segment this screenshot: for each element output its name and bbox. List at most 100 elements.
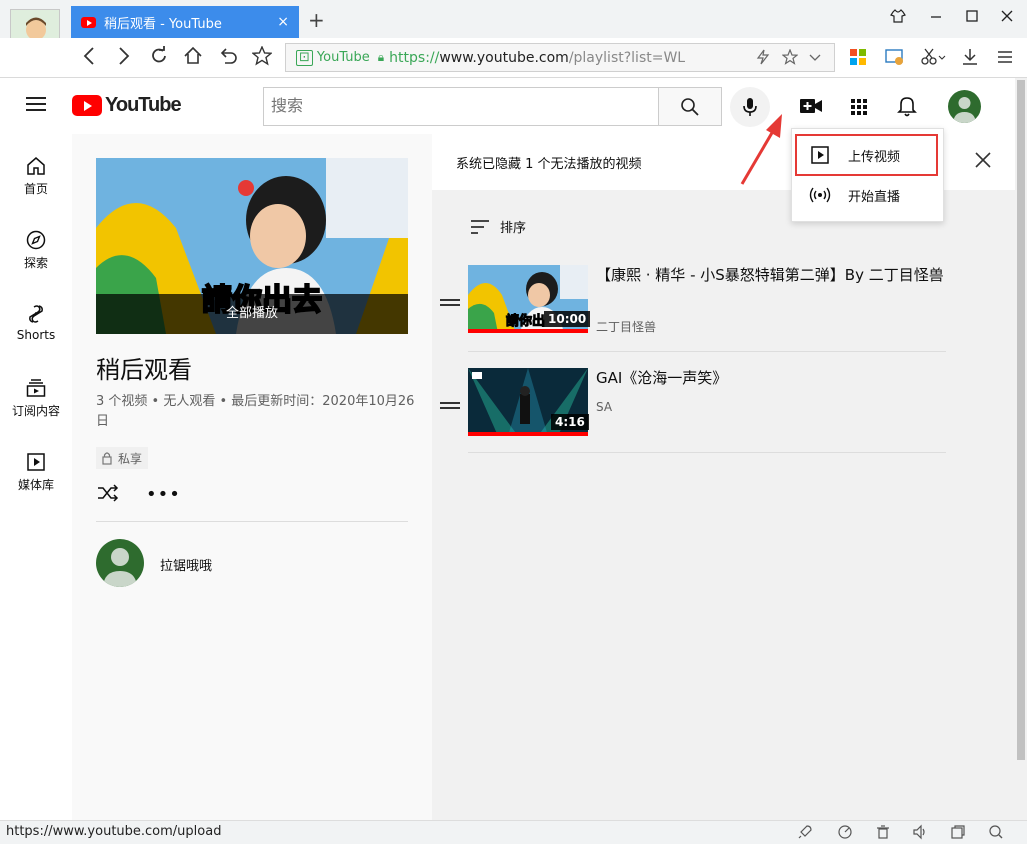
guide-item-shorts[interactable]: Shorts xyxy=(0,304,72,342)
watch-progress-bar xyxy=(468,329,588,333)
maximize-icon[interactable] xyxy=(964,8,980,28)
zoom-icon[interactable] xyxy=(988,824,1004,844)
close-window-icon[interactable] xyxy=(999,8,1015,28)
bookmark-star-icon[interactable] xyxy=(251,45,273,71)
go-live-icon xyxy=(809,187,831,203)
scissors-icon[interactable] xyxy=(920,47,946,71)
apps-grid-icon[interactable] xyxy=(849,47,867,71)
shuffle-button[interactable] xyxy=(97,483,119,507)
bell-icon xyxy=(897,97,917,117)
address-protocol: https:// xyxy=(389,49,440,66)
home-icon xyxy=(27,157,45,175)
reload-icon[interactable] xyxy=(149,46,169,71)
video-duration: 10:00 xyxy=(544,311,591,327)
forward-icon[interactable] xyxy=(115,46,133,71)
sort-button[interactable]: 排序 xyxy=(470,217,526,236)
menu-item-label: 开始直播 xyxy=(848,189,901,205)
create-button[interactable] xyxy=(799,96,823,120)
highlight-box xyxy=(795,134,938,176)
privacy-label: 私享 xyxy=(118,451,143,466)
create-video-icon xyxy=(800,99,822,113)
home-browser-icon[interactable] xyxy=(183,46,203,71)
play-all-button[interactable]: 全部播放 xyxy=(96,294,408,334)
sort-icon xyxy=(471,219,489,234)
address-bar[interactable]: ⊡ YouTube 🔒︎ https://www.youtube.com/pla… xyxy=(285,43,835,72)
guide-item-label: 订阅内容 xyxy=(11,404,60,418)
page-scrollbar-thumb[interactable] xyxy=(1017,80,1025,760)
browser-menu-icon[interactable] xyxy=(996,47,1014,71)
search-button[interactable] xyxy=(658,87,722,126)
site-badge-label: YouTube xyxy=(316,50,370,65)
drag-handle-icon[interactable] xyxy=(440,299,460,309)
volume-icon[interactable] xyxy=(912,824,928,844)
window-icon[interactable] xyxy=(950,824,966,844)
lock-icon xyxy=(102,452,112,465)
lightning-icon[interactable] xyxy=(756,49,770,69)
guide-item-library[interactable]: 媒体库 xyxy=(0,452,72,493)
privacy-badge[interactable]: 私享 xyxy=(96,447,149,469)
trash-icon[interactable] xyxy=(875,824,891,844)
account-avatar[interactable] xyxy=(948,90,981,123)
divider xyxy=(468,351,946,352)
owner-name[interactable]: 拉锯哦哦 xyxy=(160,555,212,574)
youtube-play-logo-icon xyxy=(72,95,102,116)
menu-item-go-live[interactable]: 开始直播 xyxy=(792,175,945,215)
guide-item-explore[interactable]: 探索 xyxy=(0,230,72,271)
new-tab-button[interactable]: + xyxy=(308,8,325,32)
youtube-logo-text: YouTube xyxy=(105,94,182,116)
divider xyxy=(96,521,408,522)
compass-icon xyxy=(26,230,46,250)
annotation-arrow-icon xyxy=(740,114,782,185)
subscriptions-icon xyxy=(26,379,46,397)
address-path: /playlist?list=WL xyxy=(568,49,686,66)
youtube-apps-icon xyxy=(851,99,867,115)
search-input[interactable] xyxy=(263,87,659,126)
library-icon xyxy=(27,453,45,471)
status-url: https://www.youtube.com/upload xyxy=(6,824,222,839)
search-icon xyxy=(681,97,699,116)
watch-progress-bar xyxy=(468,432,588,436)
rocket-icon[interactable] xyxy=(797,824,813,844)
playlist-title: 稍后观看 xyxy=(96,356,192,384)
youtube-masthead: YouTube xyxy=(0,78,1015,134)
list-item[interactable]: 請你出 10:00 【康熙 · 精华 - 小S暴怒特辑第二弹】By 二丁目怪兽 … xyxy=(440,265,946,353)
chevron-down-icon[interactable] xyxy=(808,49,822,69)
speed-icon[interactable] xyxy=(837,824,853,844)
browser-tab-active[interactable]: 稍后观看 - YouTube × xyxy=(71,6,299,38)
tab-close-icon[interactable]: × xyxy=(277,14,289,30)
tab-title: 稍后观看 - YouTube xyxy=(104,16,222,32)
video-title[interactable]: GAI《沧海一声笑》 xyxy=(596,368,946,389)
user-avatar-icon xyxy=(953,97,976,123)
more-options-icon[interactable]: ••• xyxy=(146,484,181,505)
back-icon[interactable] xyxy=(80,46,98,71)
guide-item-subscriptions[interactable]: 订阅内容 xyxy=(0,378,72,419)
download-icon[interactable] xyxy=(961,47,979,71)
guide-menu-icon[interactable] xyxy=(26,97,46,111)
site-badge-icon: ⊡ xyxy=(296,49,313,66)
notifications-button[interactable] xyxy=(896,94,918,122)
guide-item-label: Shorts xyxy=(16,328,56,342)
drag-handle-icon[interactable] xyxy=(440,402,460,412)
screenshot-icon[interactable] xyxy=(885,47,905,71)
user-avatar-icon xyxy=(103,548,137,587)
list-item[interactable]: 4:16 GAI《沧海一声笑》 SA xyxy=(440,368,946,456)
guide-item-label: 探索 xyxy=(23,256,48,270)
undo-close-icon[interactable] xyxy=(218,46,238,71)
guide-item-home[interactable]: 首页 xyxy=(0,156,72,197)
video-duration: 4:16 xyxy=(551,414,589,430)
youtube-logo[interactable]: YouTube xyxy=(72,94,182,117)
minimize-icon[interactable] xyxy=(928,8,944,28)
owner-avatar[interactable] xyxy=(96,539,144,587)
close-icon xyxy=(975,152,991,168)
video-title[interactable]: 【康熙 · 精华 - 小S暴怒特辑第二弹】By 二丁目怪兽 xyxy=(596,265,946,286)
video-channel[interactable]: SA xyxy=(596,400,612,414)
notice-close-button[interactable] xyxy=(974,150,992,175)
apps-button[interactable] xyxy=(850,98,868,120)
skin-icon[interactable] xyxy=(890,8,906,28)
address-domain: www.youtube.com xyxy=(439,49,569,66)
video-channel[interactable]: 二丁目怪兽 xyxy=(596,318,656,335)
guide-item-label: 首页 xyxy=(23,182,48,196)
favorite-star-icon[interactable] xyxy=(781,48,799,69)
playlist-meta: 3 个视频 • 无人观看 • 最后更新时间：2020年10月26日 xyxy=(96,394,415,429)
browser-statusbar: https://www.youtube.com/upload xyxy=(0,820,1027,844)
